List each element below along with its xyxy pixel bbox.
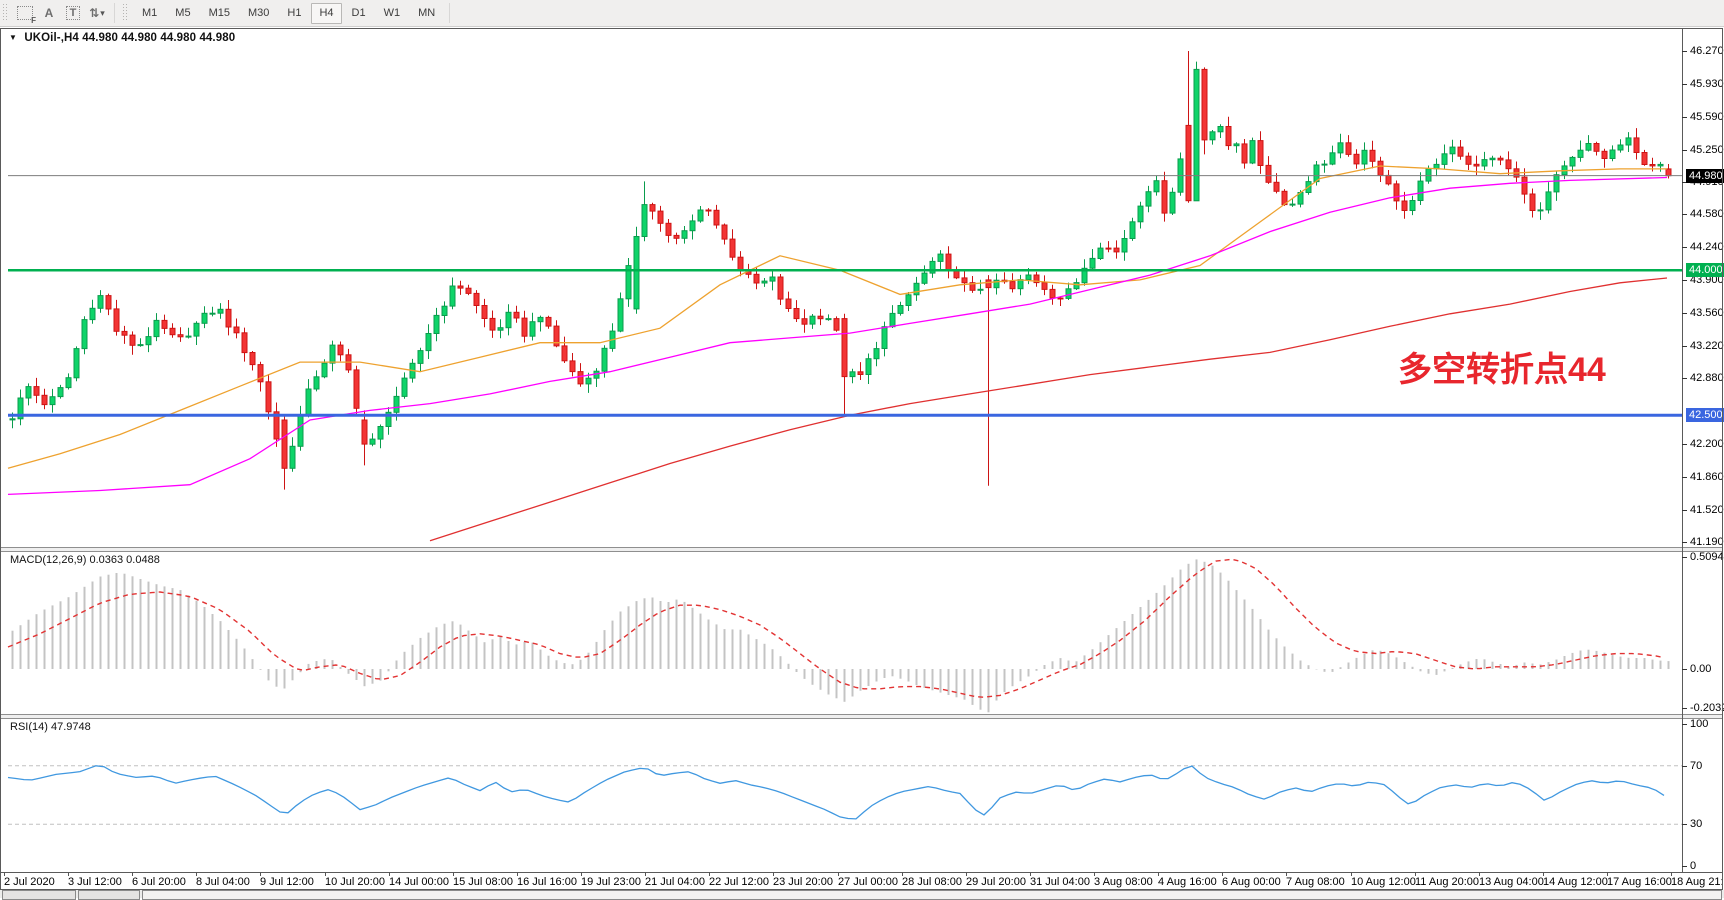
time-axis-label: 11 Aug 20:00	[1415, 876, 1479, 888]
price-tick-mark	[1682, 378, 1687, 379]
price-tick-mark	[1682, 444, 1687, 445]
time-axis-label: 15 Jul 08:00	[453, 876, 513, 888]
price-tick-mark	[1682, 313, 1687, 314]
price-tick-mark	[1682, 510, 1687, 511]
macd-scale-label: 0.00	[1690, 663, 1711, 675]
ohlc-high: 44.980	[121, 32, 157, 44]
price-tick-label: 41.190	[1690, 536, 1724, 548]
price-tick-mark	[1682, 477, 1687, 478]
price-tick-mark	[1682, 346, 1687, 347]
time-axis-label: 13 Aug 04:00	[1479, 876, 1544, 888]
price-tick-label: 45.250	[1690, 144, 1724, 156]
chart-title: ▼ UKOil-,H4 44.980 44.980 44.980 44.980	[9, 32, 235, 44]
chinese-annotation-text: 多空转折点44	[1398, 342, 1606, 391]
price-tick-label: 45.930	[1690, 78, 1724, 90]
ohlc-close: 44.980	[199, 32, 235, 44]
time-axis-label: 7 Aug 08:00	[1286, 876, 1345, 888]
rsi-tick-mark	[1682, 724, 1687, 725]
time-axis-label: 10 Jul 20:00	[325, 876, 385, 888]
rsi-indicator-label: RSI(14) 47.9748	[10, 721, 91, 733]
macd-pane-separator[interactable]	[1, 547, 1723, 552]
time-axis-label: 19 Jul 23:00	[581, 876, 641, 888]
price-tick-mark	[1682, 214, 1687, 215]
time-axis-label: 16 Jul 16:00	[517, 876, 577, 888]
time-axis-label: 10 Aug 12:00	[1351, 876, 1416, 888]
rsi-pane	[8, 766, 1682, 824]
macd-scale-label: -0.2032	[1690, 702, 1724, 714]
chart-tab-1[interactable]	[2, 890, 76, 900]
price-tick-label: 42.200	[1690, 438, 1724, 450]
time-axis-label: 22 Jul 12:00	[709, 876, 769, 888]
time-axis-label: 8 Jul 04:00	[196, 876, 250, 888]
ma-slow-red	[430, 278, 1667, 541]
ohlc-open: 44.980	[82, 32, 118, 44]
price-tick-mark	[1682, 542, 1687, 543]
chart-tab-2[interactable]	[78, 890, 140, 900]
price-tick-label: 41.860	[1690, 471, 1724, 483]
rsi-tick-mark	[1682, 866, 1687, 867]
time-axis-label: 28 Jul 08:00	[902, 876, 962, 888]
price-tick-mark	[1682, 84, 1687, 85]
price-tick-label: 44.580	[1690, 208, 1724, 220]
chart-tab-bar	[0, 890, 1724, 898]
macd-tick-mark	[1682, 708, 1687, 709]
time-axis-label: 6 Aug 00:00	[1222, 876, 1281, 888]
ma-mid-magenta	[8, 178, 1667, 495]
macd-indicator-label: MACD(12,26,9) 0.0363 0.0488	[10, 554, 160, 566]
time-axis-label: 3 Aug 08:00	[1094, 876, 1153, 888]
time-axis-label: 3 Jul 12:00	[68, 876, 122, 888]
rsi-scale-label: 30	[1690, 818, 1702, 830]
price-tick-label: 42.880	[1690, 372, 1724, 384]
rsi-tick-mark	[1682, 824, 1687, 825]
macd-scale-label: 0.5094	[1690, 551, 1724, 563]
price-tick-mark	[1682, 247, 1687, 248]
rsi-scale-label: 0	[1690, 860, 1696, 872]
time-axis-label: 4 Aug 16:00	[1158, 876, 1217, 888]
rsi-scale-label: 70	[1690, 760, 1702, 772]
mt4-terminal: { "toolbar": { "icons": {"marquee_f": "F…	[0, 0, 1724, 898]
rsi-tick-mark	[1682, 766, 1687, 767]
time-axis-label: 29 Jul 20:00	[966, 876, 1026, 888]
rsi-pane-separator[interactable]	[1, 714, 1723, 719]
symbol-period-label: UKOil-,H4	[24, 32, 79, 44]
price-tick-label: 43.220	[1690, 340, 1724, 352]
ohlc-low: 44.980	[160, 32, 196, 44]
price-level-box: 44.000	[1686, 263, 1724, 277]
time-axis-label: 21 Jul 04:00	[645, 876, 705, 888]
chart-tab-3[interactable]	[142, 890, 1722, 900]
collapse-triangle-icon[interactable]: ▼	[9, 33, 17, 42]
time-axis-label: 27 Jul 00:00	[838, 876, 898, 888]
price-tick-mark	[1682, 51, 1687, 52]
time-axis-label: 31 Jul 04:00	[1030, 876, 1090, 888]
price-tick-label: 41.520	[1690, 504, 1724, 516]
time-axis-label: 18 Aug 21:15	[1671, 876, 1724, 888]
time-axis-label: 6 Jul 20:00	[132, 876, 186, 888]
price-level-box: 44.980	[1686, 169, 1724, 183]
macd-tick-mark	[1682, 557, 1687, 558]
rsi-line	[8, 766, 1664, 819]
macd-tick-mark	[1682, 669, 1687, 670]
price-tick-label: 43.560	[1690, 307, 1724, 319]
price-tick-label: 44.240	[1690, 241, 1724, 253]
time-axis-label: 23 Jul 20:00	[773, 876, 833, 888]
price-level-box: 42.500	[1686, 408, 1724, 422]
time-axis-label: 14 Aug 12:00	[1543, 876, 1608, 888]
time-axis-label: 2 Jul 2020	[4, 876, 55, 888]
chart-canvas[interactable]	[0, 0, 1724, 898]
time-axis-label: 9 Jul 12:00	[260, 876, 314, 888]
price-tick-mark	[1682, 117, 1687, 118]
price-tick-label: 45.590	[1690, 111, 1724, 123]
time-axis-label: 17 Aug 16:00	[1607, 876, 1672, 888]
price-axis-border	[1682, 28, 1683, 873]
macd-pane	[8, 559, 1669, 712]
price-tick-label: 46.270	[1690, 45, 1724, 57]
time-axis-label: 14 Jul 00:00	[389, 876, 449, 888]
ma-fast-orange	[8, 166, 1667, 468]
price-tick-mark	[1682, 150, 1687, 151]
price-tick-mark	[1682, 280, 1687, 281]
rsi-scale-label: 100	[1690, 718, 1708, 730]
